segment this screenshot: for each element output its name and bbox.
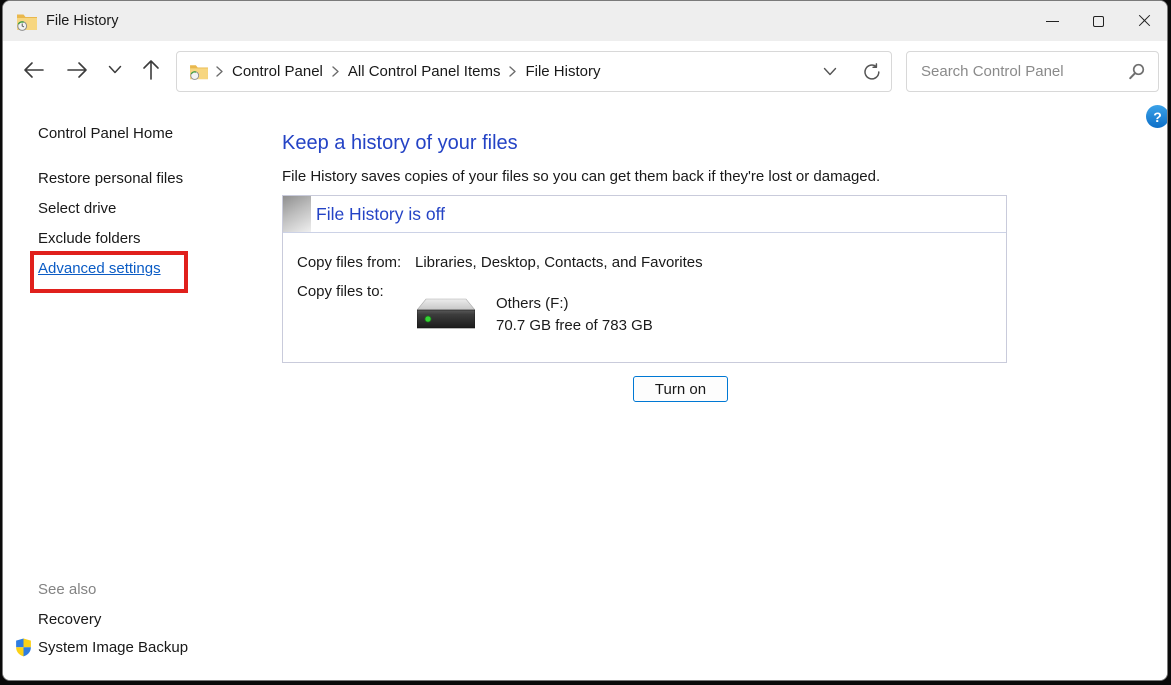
window-controls bbox=[1029, 1, 1167, 41]
address-folder-icon bbox=[189, 63, 209, 80]
minimize-icon bbox=[1046, 21, 1059, 22]
address-bar-actions bbox=[823, 63, 881, 81]
sidebar-item-select-drive[interactable]: Select drive bbox=[38, 200, 116, 217]
sidebar-item-system-image-backup[interactable]: System Image Backup bbox=[38, 639, 188, 656]
maximize-button[interactable] bbox=[1075, 1, 1121, 41]
window-title: File History bbox=[46, 13, 119, 29]
close-icon bbox=[1138, 15, 1151, 28]
search-input[interactable] bbox=[907, 63, 1128, 80]
see-also-label: See also bbox=[38, 581, 96, 598]
copy-from-value: Libraries, Desktop, Contacts, and Favori… bbox=[415, 254, 703, 271]
maximize-icon bbox=[1093, 16, 1104, 27]
status-text: File History is off bbox=[316, 196, 445, 233]
sidebar-item-exclude-folders[interactable]: Exclude folders bbox=[38, 230, 141, 247]
sidebar-item-recovery[interactable]: Recovery bbox=[38, 611, 101, 628]
uac-shield-icon bbox=[15, 638, 32, 657]
breadcrumb-chevron-icon[interactable] bbox=[325, 66, 346, 77]
sidebar-item-control-panel-home[interactable]: Control Panel Home bbox=[38, 125, 173, 142]
breadcrumb-control-panel[interactable]: Control Panel bbox=[230, 63, 325, 80]
navigation-bar: Control Panel All Control Panel Items Fi… bbox=[3, 41, 1167, 98]
sidebar-item-restore-personal-files[interactable]: Restore personal files bbox=[38, 170, 183, 187]
help-button[interactable]: ? bbox=[1146, 105, 1168, 128]
refresh-icon bbox=[863, 63, 881, 81]
chevron-down-icon bbox=[108, 65, 122, 74]
file-history-app-icon bbox=[16, 12, 38, 31]
copy-from-label: Copy files from: bbox=[297, 254, 401, 271]
back-button[interactable] bbox=[17, 41, 49, 98]
forward-icon bbox=[67, 61, 88, 79]
title-bar: File History bbox=[3, 1, 1167, 41]
address-dropdown-button[interactable] bbox=[823, 67, 837, 76]
file-history-window: File History bbox=[2, 0, 1168, 681]
breadcrumb-chevron-icon[interactable] bbox=[502, 66, 523, 77]
forward-button[interactable] bbox=[61, 41, 93, 98]
sidebar-item-advanced-settings[interactable]: Advanced settings bbox=[38, 260, 161, 277]
hard-drive-icon bbox=[417, 297, 475, 330]
turn-on-button[interactable]: Turn on bbox=[633, 376, 728, 402]
minimize-button[interactable] bbox=[1029, 1, 1075, 41]
content-area: Control Panel Home Restore personal file… bbox=[3, 98, 1167, 680]
page-title: Keep a history of your files bbox=[282, 132, 518, 155]
chevron-down-icon bbox=[823, 67, 837, 76]
breadcrumb-all-items[interactable]: All Control Panel Items bbox=[346, 63, 503, 80]
search-box bbox=[906, 51, 1159, 92]
recent-pages-button[interactable] bbox=[102, 41, 128, 98]
drive-name: Others (F:) bbox=[496, 295, 569, 312]
question-mark-icon: ? bbox=[1153, 109, 1162, 125]
back-icon bbox=[23, 61, 44, 79]
refresh-button[interactable] bbox=[863, 63, 881, 81]
status-panel-header: File History is off bbox=[283, 196, 1006, 233]
copy-to-label: Copy files to: bbox=[297, 283, 384, 300]
close-button[interactable] bbox=[1121, 1, 1167, 41]
file-history-status-panel: File History is off Copy files from: Lib… bbox=[282, 195, 1007, 363]
page-description: File History saves copies of your files … bbox=[282, 168, 880, 185]
up-arrow-icon bbox=[142, 59, 160, 80]
up-button[interactable] bbox=[136, 41, 166, 98]
status-glyph-icon bbox=[283, 196, 311, 232]
address-bar[interactable]: Control Panel All Control Panel Items Fi… bbox=[176, 51, 892, 92]
search-icon[interactable] bbox=[1128, 63, 1145, 80]
breadcrumb-chevron-icon[interactable] bbox=[209, 66, 230, 77]
breadcrumb-file-history[interactable]: File History bbox=[523, 63, 602, 80]
drive-free-space: 70.7 GB free of 783 GB bbox=[496, 317, 653, 334]
